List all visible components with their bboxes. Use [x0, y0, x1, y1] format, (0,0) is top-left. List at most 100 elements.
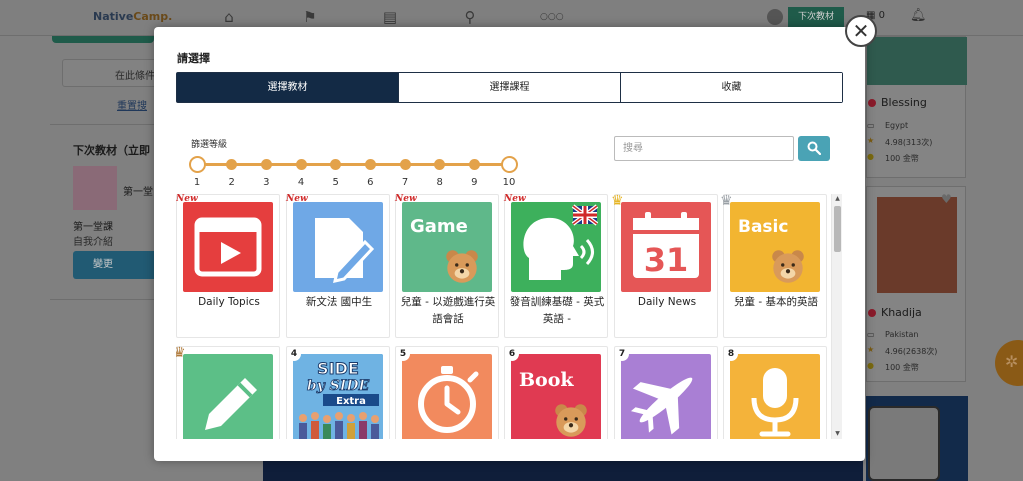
slider-handle-min[interactable] [188, 156, 206, 173]
crown-gold-icon: ♛ [611, 194, 624, 209]
slider-track [197, 163, 509, 166]
rank-badge: 4 [287, 347, 301, 361]
book-icon[interactable]: ▤ [380, 7, 400, 27]
coin-icon: ● [867, 361, 874, 370]
flag-icon: ▭ [867, 121, 875, 130]
flag-icon[interactable]: ⚑ [300, 7, 320, 27]
material-card[interactable]: Game 兒童 - 以遊戲進行英語會話 New [395, 194, 499, 338]
slider-step-dot [399, 159, 411, 170]
crown-bronze-icon: ♛ [176, 345, 186, 361]
material-thumbnail [293, 202, 383, 292]
material-thumbnail: SIDE by SIDE Extra [293, 354, 383, 439]
star-icon: ★ [867, 345, 875, 354]
video-play-icon [183, 202, 273, 292]
teacher-rating: 4.98(313次) [885, 138, 933, 147]
teacher-card[interactable]: Khadija Pakistan ▭ ★ 4.96(2638次) ● 100 金… [866, 186, 966, 382]
teacher-coins: 100 金幣 [885, 154, 919, 163]
material-thumbnail [730, 354, 820, 439]
home-icon[interactable]: ⌂ [219, 7, 239, 27]
modal-title: 請選擇 [177, 52, 210, 65]
lesson-subtitle: 自我介紹 [73, 237, 113, 248]
tab-favorites[interactable]: 收藏 [621, 73, 842, 102]
material-card[interactable]: 發音訓練基礎 - 英式英語 - New [504, 194, 608, 338]
slider-step-dot [295, 159, 307, 170]
level-number: 1 [193, 177, 201, 188]
search-button[interactable] [798, 136, 830, 161]
svg-text:SIDE: SIDE [317, 359, 359, 378]
material-card[interactable]: ♛ [176, 345, 280, 439]
lesson-title: 第一堂 [123, 187, 153, 198]
next-material-button[interactable]: 下次教材 [788, 7, 844, 27]
new-badge: New [286, 194, 308, 204]
teacher-country: Pakistan [885, 330, 919, 339]
level-range-slider[interactable] [188, 155, 518, 175]
material-card[interactable]: Book 6 [504, 346, 608, 439]
material-card[interactable]: 31 Daily News ♛ [611, 194, 718, 338]
search-icon[interactable]: ⚲ [460, 7, 480, 27]
search-conditions-box[interactable]: 在此條件 [62, 59, 162, 87]
teacher-card[interactable]: Blessing Egypt ▭ ★ 4.98(313次) ● 100 金幣 [866, 36, 967, 178]
material-card[interactable]: SIDE by SIDE Extra 4 [286, 346, 390, 439]
material-card[interactable]: 8 [723, 346, 827, 439]
promo-banner[interactable] [263, 460, 863, 481]
favorite-heart-icon[interactable]: ♥ [941, 192, 952, 206]
material-thumbnail: Basic [730, 202, 820, 292]
slider-step-dot [226, 159, 238, 170]
change-material-button[interactable]: 變更 [73, 251, 163, 279]
scroll-up-arrow-icon[interactable]: ▲ [832, 194, 843, 204]
crown-silver-icon: ♛ [720, 194, 733, 209]
rank-badge: 7 [615, 347, 629, 361]
level-filter-label: 篩選等級 [191, 140, 228, 150]
teacher-photo [877, 197, 957, 293]
material-card[interactable]: 5 [395, 346, 499, 439]
new-badge: New [395, 194, 417, 204]
material-title: 新文法 國中生 [305, 296, 373, 308]
close-modal-button[interactable]: ✕ [845, 15, 877, 47]
material-card[interactable]: Daily Topics New [176, 194, 280, 338]
bell-icon[interactable]: 🔔︎ [910, 8, 927, 23]
material-thumbnail [402, 354, 492, 439]
more-icon[interactable]: ○○○ [540, 7, 564, 27]
game-bear-icon: Game [402, 202, 492, 292]
material-thumbnail: Game [402, 202, 492, 292]
level-number: 9 [471, 177, 478, 188]
material-select-modal: 請選擇 選擇教材 選擇課程 收藏 篩選等級 Daily Topics New [154, 27, 865, 461]
avatar[interactable] [767, 9, 783, 25]
slider-step-dot [434, 159, 446, 170]
native-camp-logo[interactable]: NativeCamp. [93, 10, 172, 23]
slider-handle-max[interactable] [500, 156, 518, 173]
material-thumbnail [183, 202, 273, 292]
svg-text:31: 31 [644, 241, 689, 279]
rank-badge: 6 [505, 347, 519, 361]
document-pen-icon [293, 202, 383, 292]
tab-select-material[interactable]: 選擇教材 [177, 73, 399, 102]
reset-search-link[interactable]: 重置搜 [117, 97, 147, 112]
new-badge: New [504, 194, 526, 204]
svg-text:Book: Book [519, 369, 574, 391]
search-input[interactable] [614, 136, 794, 161]
divider [50, 124, 160, 125]
lesson-name: 第一堂課 [73, 222, 113, 233]
level-number: 3 [263, 177, 270, 188]
level-number: 4 [297, 177, 305, 188]
material-grid: Daily Topics New 新文法 國中生 New Game 兒童 - 以… [176, 194, 831, 439]
scroll-thumb[interactable] [834, 206, 841, 252]
tab-select-course[interactable]: 選擇課程 [399, 73, 621, 102]
material-card[interactable]: 7 [614, 346, 718, 439]
scroll-down-arrow-icon[interactable]: ▼ [832, 429, 843, 439]
close-icon: ✕ [852, 19, 870, 43]
rank-badge: 8 [724, 347, 738, 361]
speaking-head-icon [511, 202, 601, 292]
slider-step-dot [260, 159, 272, 170]
new-badge: New [176, 194, 198, 204]
teacher-photo [867, 37, 967, 85]
side-by-side-book-icon: SIDE by SIDE Extra [293, 354, 383, 439]
grid-scrollbar[interactable]: ▲ ▼ [831, 194, 842, 439]
teacher-name: Blessing [868, 96, 927, 109]
basic-bear-icon: Basic [730, 202, 820, 292]
material-thumbnail: 31 [621, 202, 711, 292]
material-card[interactable]: Basic 兒童 - 基本的英語 ♛ [720, 194, 827, 338]
material-card[interactable]: 新文法 國中生 New [286, 194, 390, 338]
svg-text:by SIDE: by SIDE [307, 378, 370, 394]
material-title: Daily Topics [198, 296, 260, 308]
